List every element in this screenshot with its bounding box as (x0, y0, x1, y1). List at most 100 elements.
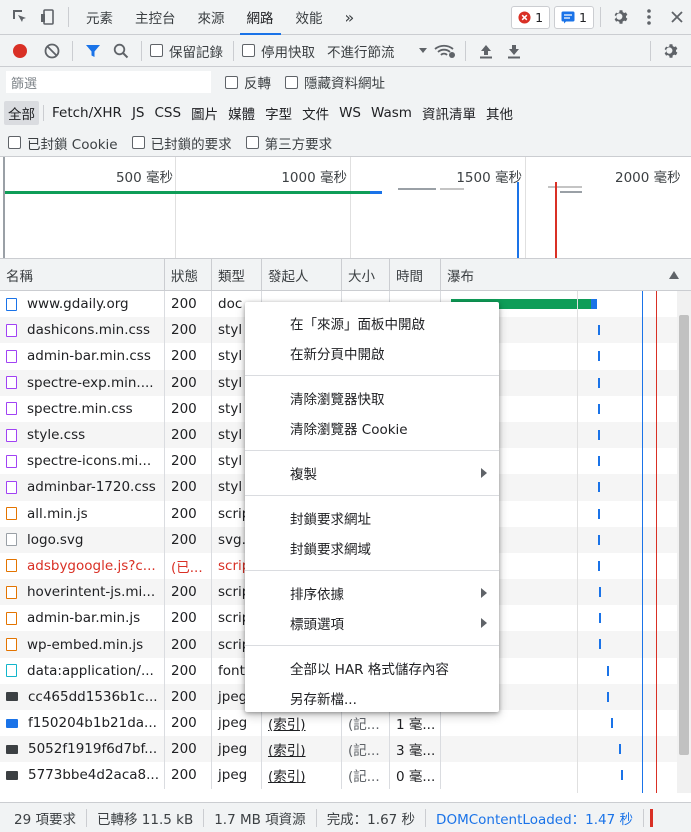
type-filter-all[interactable]: 全部 (4, 101, 39, 125)
request-initiator-cell[interactable]: (索引) (262, 710, 342, 737)
hide-data-urls-checkbox[interactable]: 隱藏資料網址 (285, 72, 385, 92)
request-name-cell: style.css (0, 421, 165, 449)
network-settings-gear-icon[interactable] (657, 37, 685, 65)
load-indicator (650, 808, 658, 827)
invert-checkbox[interactable]: 反轉 (225, 72, 271, 92)
tab-console[interactable]: 主控台 (124, 0, 187, 35)
preserve-log-checkbox[interactable]: 保留記錄 (150, 41, 223, 61)
request-initiator-cell[interactable]: (索引) (262, 736, 342, 763)
request-initiator-cell[interactable]: (索引) (262, 762, 342, 789)
blocked-requests-checkbox[interactable]: 已封鎖的要求 (131, 133, 232, 153)
table-row[interactable]: f150204b1b21da... 200 jpeg (索引) (記... 1 毫... (0, 710, 691, 737)
overview-doc-bar (370, 191, 382, 194)
type-filter-js[interactable]: JS (128, 101, 149, 125)
type-filter-ws[interactable]: WS (335, 101, 365, 125)
request-type-cell: jpeg (212, 736, 262, 763)
request-waterfall-cell (441, 710, 691, 736)
type-filter-css[interactable]: CSS (151, 101, 186, 125)
request-status-cell: 200 (165, 631, 212, 658)
third-party-checkbox[interactable]: 第三方要求 (245, 133, 333, 153)
request-status-cell: 200 (165, 762, 212, 789)
request-name: hoverintent-js.mi... (27, 584, 156, 601)
svg-file-icon (6, 533, 17, 547)
settings-gear-icon[interactable] (607, 3, 635, 31)
type-filter-media[interactable]: 媒體 (224, 101, 259, 125)
column-header-status[interactable]: 狀態 (165, 259, 212, 291)
menu-clear-browser-cache[interactable]: 清除瀏覽器快取 (245, 383, 499, 413)
clear-button[interactable] (38, 37, 66, 65)
type-filter-img[interactable]: 圖片 (187, 101, 222, 125)
tab-sources[interactable]: 來源 (187, 0, 236, 35)
table-row[interactable]: 5052f1919f6d7bf... 200 jpeg (索引) (記... 3 毫... (0, 736, 691, 763)
css-file-icon (6, 480, 17, 494)
record-button[interactable] (6, 37, 34, 65)
menu-save-all-as-har[interactable]: 全部以 HAR 格式儲存內容 (245, 653, 499, 683)
checkbox-box[interactable] (8, 136, 21, 149)
request-name: logo.svg (27, 531, 84, 548)
device-toolbar-icon[interactable] (34, 3, 62, 31)
request-name: spectre-icons.mi... (27, 453, 152, 470)
column-header-type[interactable]: 類型 (212, 259, 262, 291)
throttling-select[interactable]: 不進行節流 (327, 41, 429, 61)
network-overview-timeline[interactable]: 500 毫秒 1000 毫秒 1500 毫秒 2000 毫秒 (0, 157, 691, 259)
menu-save-as[interactable]: 另存新檔... (245, 683, 499, 713)
column-header-name[interactable]: 名稱 (0, 259, 165, 291)
menu-clear-browser-cookies[interactable]: 清除瀏覽器 Cookie (245, 413, 499, 443)
js-file-icon (6, 611, 17, 625)
column-header-initiator[interactable]: 發起人 (262, 259, 342, 291)
request-time-cell: 1 毫... (390, 710, 441, 737)
type-filter-other[interactable]: 其他 (482, 101, 517, 125)
disable-cache-checkbox[interactable]: 停用快取 (242, 41, 315, 61)
search-button[interactable] (107, 37, 135, 65)
type-filter-doc[interactable]: 文件 (298, 101, 333, 125)
checkbox-box[interactable] (131, 136, 145, 149)
overview-doc-bar (5, 191, 370, 194)
type-filter-wasm[interactable]: Wasm (367, 101, 416, 125)
menu-copy[interactable]: 複製 (245, 458, 499, 488)
tab-network[interactable]: 網路 (236, 0, 285, 35)
type-filter-manifest[interactable]: 資訊清單 (418, 101, 480, 125)
menu-open-in-sources[interactable]: 在「來源」面板中開啟 (245, 308, 499, 338)
column-header-size[interactable]: 大小 (342, 259, 390, 291)
type-filter-fetch-xhr[interactable]: Fetch/XHR (48, 101, 126, 125)
checkbox-box[interactable] (150, 44, 163, 57)
network-status-bar: 29 項要求 已轉移 11.5 kB 1.7 MB 項資源 完成：1.67 秒 … (0, 802, 691, 832)
filter-input[interactable]: 篩選 (6, 71, 211, 93)
export-har-icon[interactable] (500, 37, 528, 65)
menu-open-in-new-tab[interactable]: 在新分頁中開啟 (245, 338, 499, 368)
menu-block-request-url[interactable]: 封鎖要求網址 (245, 503, 499, 533)
css-file-icon (6, 349, 17, 363)
blocked-cookies-checkbox[interactable]: 已封鎖 Cookie (8, 133, 118, 153)
toolbar-divider (141, 40, 142, 61)
menu-separator (245, 645, 499, 646)
message-count-badge[interactable]: 1 (554, 5, 594, 29)
more-options-icon[interactable] (635, 3, 663, 31)
menu-block-request-domain[interactable]: 封鎖要求網域 (245, 533, 499, 563)
more-tabs-button[interactable]: » (334, 0, 366, 35)
waterfall-bar (599, 639, 601, 650)
tab-performance[interactable]: 效能 (285, 0, 334, 35)
close-devtools-icon[interactable] (663, 3, 691, 31)
waterfall-bar (598, 325, 600, 336)
waterfall-bar (598, 351, 600, 362)
third-party-label: 第三方要求 (264, 136, 333, 153)
menu-header-options[interactable]: 標頭選項 (245, 608, 499, 638)
table-row[interactable]: 5773bbe4d2aca8... 200 jpeg (索引) (記... 0 毫... (0, 762, 691, 789)
network-conditions-icon[interactable] (431, 37, 459, 65)
import-har-icon[interactable] (472, 37, 500, 65)
menu-sort-by[interactable]: 排序依據 (245, 578, 499, 608)
toolbar-divider (464, 40, 466, 61)
type-filter-font[interactable]: 字型 (261, 101, 296, 125)
scrollbar-thumb[interactable] (679, 315, 689, 755)
checkbox-box[interactable] (245, 136, 259, 149)
error-count-badge[interactable]: 1 (511, 5, 551, 29)
table-scrollbar[interactable] (677, 291, 691, 793)
filter-toggle-button[interactable] (79, 37, 107, 65)
checkbox-box[interactable] (242, 44, 255, 57)
inspect-element-icon[interactable] (6, 3, 34, 31)
checkbox-box[interactable] (285, 75, 298, 89)
tab-elements[interactable]: 元素 (75, 0, 124, 35)
column-header-waterfall[interactable]: 瀑布 (441, 259, 691, 291)
column-header-time[interactable]: 時間 (390, 259, 441, 291)
checkbox-box[interactable] (225, 75, 238, 89)
